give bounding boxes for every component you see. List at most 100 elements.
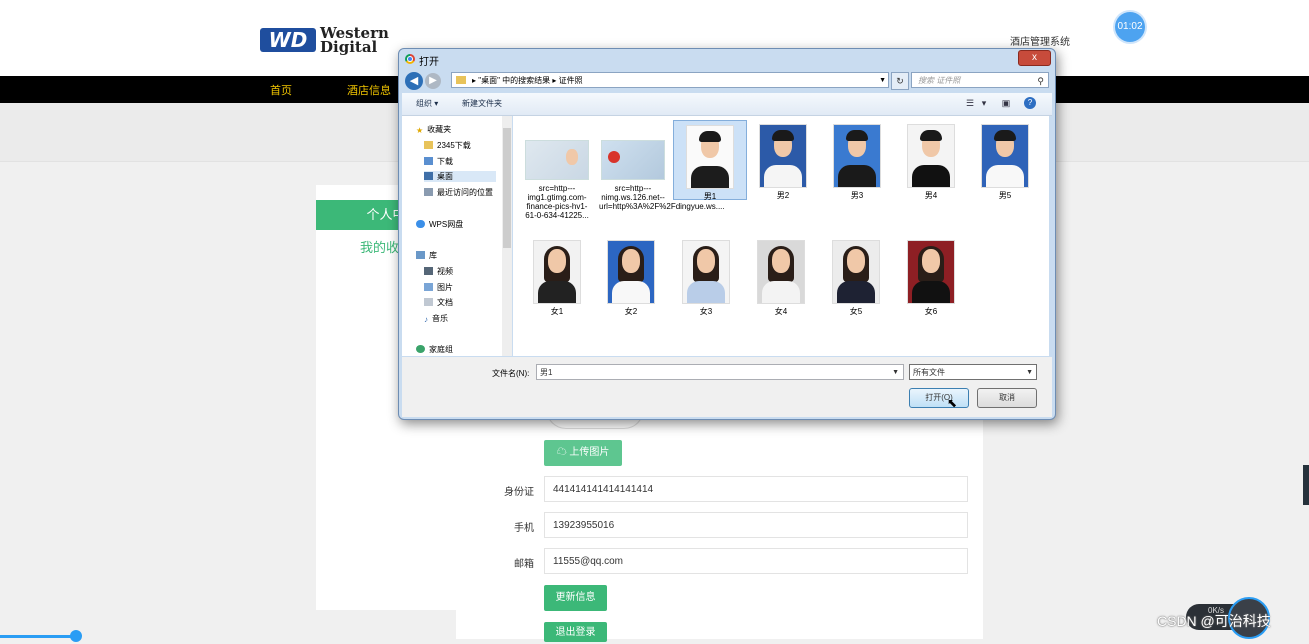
brand-logo[interactable]: WD Western Digital — [260, 26, 389, 55]
slider-handle[interactable] — [70, 630, 82, 642]
chevron-down-icon[interactable]: ▼ — [879, 73, 886, 89]
idcard-thumbnail — [601, 140, 665, 180]
nav-label: 桌面 — [437, 172, 453, 181]
nav-item-desktop[interactable]: 桌面 — [424, 171, 496, 182]
photo-thumbnail — [757, 240, 805, 304]
file-item-female-4[interactable]: 女4 — [745, 236, 817, 316]
portrait-hair — [994, 130, 1016, 141]
logout-button[interactable]: 退出登录 — [544, 622, 607, 642]
logo-text: Western Digital — [320, 26, 389, 55]
nav-item-homegroup[interactable]: 家庭组 — [416, 344, 453, 355]
refresh-icon[interactable]: ↻ — [891, 72, 909, 90]
open-button[interactable]: 打开(O) — [909, 388, 969, 408]
portrait-head — [922, 249, 940, 273]
nav-item-favorites[interactable]: ★ 收藏夹 — [416, 124, 451, 135]
new-folder-button[interactable]: 新建文件夹 — [462, 98, 502, 109]
photo-thumbnail — [907, 124, 955, 188]
document-icon — [424, 298, 433, 306]
download-folder-icon — [424, 157, 433, 165]
file-item-idcard-2[interactable]: src=http---nimg.ws.126.net--url=http%3A%… — [597, 136, 725, 211]
id-field[interactable]: 441414141414141414 — [544, 476, 968, 502]
file-label: 女4 — [774, 307, 788, 316]
portrait-body — [762, 281, 800, 303]
file-item-female-6[interactable]: 女6 — [895, 236, 967, 316]
file-label: 女6 — [924, 307, 938, 316]
forward-arrow-icon[interactable]: ▶ — [425, 73, 441, 89]
nav-item-videos[interactable]: 视频 — [424, 266, 453, 277]
chrome-icon — [405, 54, 415, 64]
phone-field[interactable]: 13923955016 — [544, 512, 968, 538]
organize-menu[interactable]: 组织 ▾ — [416, 98, 438, 109]
file-open-dialog: 打开 x ◀ ▶ ▸ "桌面" 中的搜索结果 ▸ 证件照 ▼ ↻ 搜索 证件照 … — [398, 48, 1056, 420]
photo-thumbnail — [682, 240, 730, 304]
filetype-value: 所有文件 — [913, 368, 945, 377]
nav-scrollbar[interactable] — [502, 116, 512, 356]
view-options-icon[interactable]: ☰ — [964, 97, 976, 109]
chevron-down-icon[interactable]: ▼ — [1026, 365, 1033, 381]
nav-item-wps-cloud[interactable]: WPS网盘 — [416, 219, 463, 230]
nav-label: 最近访问的位置 — [437, 188, 493, 197]
dialog-titlebar[interactable]: 打开 x — [399, 49, 1055, 69]
recent-icon — [424, 188, 433, 196]
file-item-male-4[interactable]: 男4 — [895, 120, 967, 200]
file-item-male-5[interactable]: 男5 — [969, 120, 1041, 200]
portrait-head — [772, 249, 790, 273]
nav-label: 文档 — [437, 298, 453, 307]
address-row: ◀ ▶ ▸ "桌面" 中的搜索结果 ▸ 证件照 ▼ ↻ 搜索 证件照 ⚲ — [403, 71, 1051, 91]
upload-image-button[interactable]: ☁ 上传图片 — [544, 440, 622, 466]
help-icon[interactable]: ? — [1024, 97, 1036, 109]
photo-thumbnail — [833, 124, 881, 188]
video-icon — [424, 267, 433, 275]
address-bar[interactable]: ▸ "桌面" 中的搜索结果 ▸ 证件照 ▼ — [451, 72, 889, 88]
back-arrow-icon[interactable]: ◀ — [405, 72, 423, 90]
chevron-down-icon[interactable]: ▼ — [892, 365, 899, 381]
nav-item-home[interactable]: 首页 — [270, 82, 292, 98]
view-dropdown-icon[interactable]: ▾ — [978, 97, 990, 109]
file-item-female-5[interactable]: 女5 — [820, 236, 892, 316]
portrait-body — [838, 165, 876, 187]
file-label: src=http---img1.gtimg.com-finance-pics-h… — [525, 184, 589, 220]
update-info-button[interactable]: 更新信息 — [544, 585, 607, 611]
portrait-body — [764, 165, 802, 187]
file-item-female-1[interactable]: 女1 — [521, 236, 593, 316]
mouse-cursor-icon: ⬉ — [947, 396, 958, 410]
nav-label: WPS网盘 — [429, 220, 464, 229]
nav-item-documents[interactable]: 文档 — [424, 297, 453, 308]
side-widget[interactable] — [1303, 465, 1309, 505]
portrait-body — [837, 281, 875, 303]
file-item-male-2[interactable]: 男2 — [747, 120, 819, 200]
preview-pane-icon[interactable]: ▣ — [1000, 97, 1012, 109]
file-item-male-3[interactable]: 男3 — [821, 120, 893, 200]
photo-thumbnail — [832, 240, 880, 304]
nav-item-music[interactable]: ♪ 音乐 — [424, 313, 448, 324]
filename-input[interactable]: 男1 ▼ — [536, 364, 904, 380]
filetype-select[interactable]: 所有文件 ▼ — [909, 364, 1037, 380]
nav-item-library[interactable]: 库 — [416, 250, 437, 261]
scrollbar-thumb[interactable] — [503, 128, 511, 248]
nav-item-pictures[interactable]: 图片 — [424, 282, 453, 293]
id-label: 身份证 — [504, 487, 534, 498]
email-field[interactable]: 11555@qq.com — [544, 548, 968, 574]
nav-item-recent-places[interactable]: 最近访问的位置 — [424, 187, 493, 198]
file-item-male-1[interactable]: 男1 — [673, 120, 747, 201]
filename-value: 男1 — [540, 368, 553, 377]
navigation-pane: ★ 收藏夹 2345下载 下载 桌面 最近访问的位置 WPS网盘 库 视频 图片 … — [402, 116, 512, 356]
nav-item-hotel-info[interactable]: 酒店信息 — [347, 82, 391, 98]
portrait-body — [912, 165, 950, 187]
email-label: 邮箱 — [514, 559, 534, 570]
file-list: src=http---img1.gtimg.com-finance-pics-h… — [513, 116, 1049, 356]
file-item-female-3[interactable]: 女3 — [670, 236, 742, 316]
dialog-toolbar: 组织 ▾ 新建文件夹 ☰ ▾ ▣ ? — [402, 93, 1052, 116]
search-input[interactable]: 搜索 证件照 ⚲ — [911, 72, 1049, 88]
dialog-close-button[interactable]: x — [1018, 50, 1051, 66]
cloud-icon — [416, 220, 425, 228]
nav-item-2345-downloads[interactable]: 2345下载 — [424, 140, 471, 151]
file-item-female-2[interactable]: 女2 — [595, 236, 667, 316]
filename-row: 文件名(N): 男1 ▼ 所有文件 ▼ 打开(O) 取消 ⬉ — [402, 357, 1052, 417]
cancel-button[interactable]: 取消 — [977, 388, 1037, 408]
sidebar-link-favorites[interactable]: 我的收 — [360, 237, 399, 256]
search-icon[interactable]: ⚲ — [1037, 73, 1044, 89]
nav-item-downloads[interactable]: 下载 — [424, 156, 453, 167]
file-item-idcard-1[interactable]: src=http---img1.gtimg.com-finance-pics-h… — [521, 136, 593, 220]
upload-button-label: 上传图片 — [569, 447, 610, 458]
